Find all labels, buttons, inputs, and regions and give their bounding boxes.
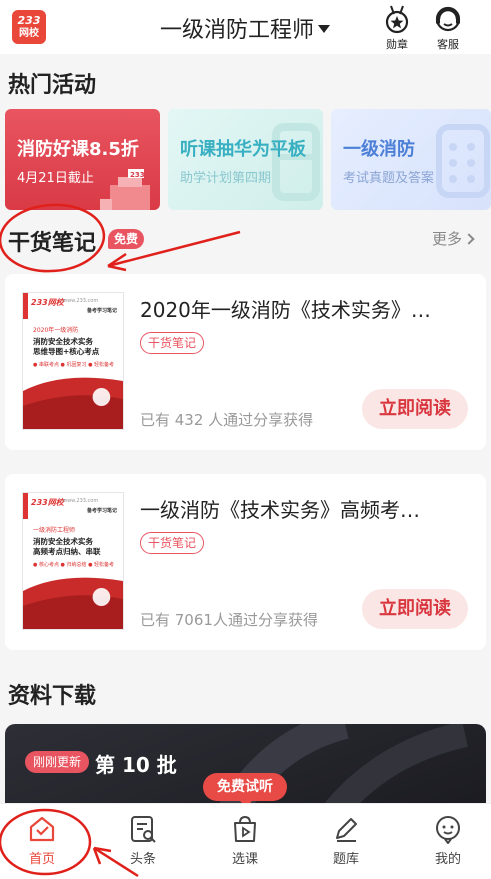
logo-text: 网校 — [19, 28, 39, 39]
downloads-section-title: 资料下载 — [8, 684, 97, 709]
note-card[interactable]: 233网校 www.233.com 备考学习笔记 2020年一级消防 消防安全技… — [5, 274, 486, 450]
nav-profile-label: 我的 — [434, 852, 461, 867]
nav-news-label: 头条 — [129, 852, 156, 867]
activity-title: 听课抽华为平板 — [180, 139, 306, 160]
cover-title-line2: 高频考点归纳、串联 — [33, 547, 101, 556]
note-card[interactable]: 233网校 www.233.com 备考学习笔记 一级消防工程师 消防安全技术实… — [5, 474, 486, 650]
cover-year: 2020年一级消防 — [33, 327, 79, 334]
exam-selector[interactable]: 一级消防工程师 — [160, 12, 331, 44]
service-label: 客服 — [437, 38, 459, 51]
notes-more-link[interactable]: 更多 — [432, 228, 475, 249]
cover-year: 一级消防工程师 — [33, 527, 76, 534]
note-tag: 干货笔记 — [140, 532, 205, 554]
nav-courses-label: 选课 — [231, 852, 258, 867]
cover-logo: 233网校 — [31, 298, 64, 307]
cover-title-line1: 消防安全技术实务 — [33, 337, 93, 346]
share-count-text: 已有 7061人通过分享获得 — [140, 611, 318, 629]
free-trial-button[interactable]: 免费试听 — [203, 773, 287, 807]
cover-bullets: ● 核心考点 ● 归纳总结 ● 轻松备考 — [33, 562, 115, 568]
annotation-arrowhead-notes — [107, 252, 127, 272]
grid-decoration-icon — [436, 124, 490, 198]
note-tag: 干货笔记 — [140, 332, 205, 354]
activity-subtitle: 4月21日截止 — [17, 171, 94, 186]
nav-profile[interactable]: 我的 — [413, 814, 483, 867]
nav-home-label: 首页 — [28, 852, 55, 867]
note-cover-image: 233网校 www.233.com 备考学习笔记 一级消防工程师 消防安全技术实… — [22, 492, 124, 630]
note-title: 2020年一级消防《技术实务》… — [140, 298, 431, 322]
nav-question-bank-label: 题库 — [332, 852, 359, 867]
cover-strip — [23, 293, 28, 319]
profile-face-icon — [436, 816, 460, 844]
cover-url: www.233.com — [63, 298, 99, 304]
pencil-icon — [336, 818, 357, 842]
cover-logo: 233网校 — [31, 498, 64, 507]
activity-card-discount[interactable]: 消防好课8.5折 4月21日截止 233 — [5, 109, 160, 210]
cover-wave-graphic — [23, 577, 123, 629]
free-badge: 免费 — [108, 229, 145, 249]
medal-icon — [385, 5, 409, 34]
customer-service-button[interactable]: 客服 — [428, 4, 468, 52]
batch-label: 第 10 批 — [95, 753, 177, 777]
share-count-text: 已有 432 人通过分享获得 — [140, 411, 314, 429]
hot-activities-title: 热门活动 — [8, 73, 97, 98]
nav-question-bank[interactable]: 题库 — [311, 814, 381, 867]
cover-title: 消防安全技术实务 思维导图+核心考点 — [33, 337, 99, 357]
medal-label: 勋章 — [386, 38, 408, 51]
app-logo[interactable]: 233 网校 — [12, 10, 46, 44]
medal-button[interactable]: 勋章 — [377, 4, 417, 52]
top-header: 233 网校 一级消防工程师 勋章 客服 — [0, 0, 491, 54]
cover-tag: 备考学习笔记 — [87, 508, 118, 514]
activity-card-lottery[interactable]: 听课抽华为平板 助学计划第四期 — [168, 109, 323, 210]
note-title: 一级消防《技术实务》高频考… — [140, 498, 420, 522]
cover-strip — [23, 493, 28, 519]
read-now-button[interactable]: 立即阅读 — [362, 589, 468, 629]
chevron-right-icon — [463, 233, 475, 245]
activity-subtitle: 考试真题及答案 — [343, 171, 435, 186]
activity-title: 一级消防 — [343, 139, 415, 160]
nav-home[interactable]: 首页 — [7, 814, 77, 867]
podium-number: 233 — [130, 171, 145, 179]
home-icon — [29, 816, 55, 842]
nav-news[interactable]: 头条 — [108, 814, 178, 867]
more-label: 更多 — [432, 230, 463, 248]
activity-subtitle: 助学计划第四期 — [180, 171, 272, 186]
logo-number: 233 — [17, 14, 41, 27]
course-bag-icon — [234, 815, 256, 842]
notes-section-title: 干货笔记 — [8, 231, 97, 256]
cover-bullets: ● 串联考点 ● 巩固复习 ● 轻松备考 — [33, 362, 115, 368]
news-icon — [131, 816, 156, 843]
decorative-glyph — [272, 123, 320, 201]
caret-down-icon — [318, 25, 331, 33]
recently-updated-badge: 刚刚更新 — [25, 751, 90, 773]
cover-wave-graphic — [23, 377, 123, 429]
note-cover-image: 233网校 www.233.com 备考学习笔记 2020年一级消防 消防安全技… — [22, 292, 124, 430]
headset-icon — [435, 6, 461, 32]
nav-courses[interactable]: 选课 — [210, 814, 280, 867]
cover-title-line2: 思维导图+核心考点 — [33, 347, 100, 356]
cover-url: www.233.com — [63, 498, 99, 504]
cover-title: 消防安全技术实务 高频考点归纳、串联 — [33, 537, 101, 557]
cover-tag: 备考学习笔记 — [87, 308, 118, 314]
bottom-navigation: 首页 头条 选课 题库 我的 — [0, 803, 491, 879]
activity-title: 消防好课8.5折 — [17, 139, 139, 160]
activity-card-exam-papers[interactable]: 一级消防 考试真题及答案 — [331, 109, 491, 210]
exam-selector-label: 一级消防工程师 — [160, 18, 315, 43]
read-now-button[interactable]: 立即阅读 — [362, 389, 468, 429]
cover-title-line1: 消防安全技术实务 — [33, 537, 93, 546]
